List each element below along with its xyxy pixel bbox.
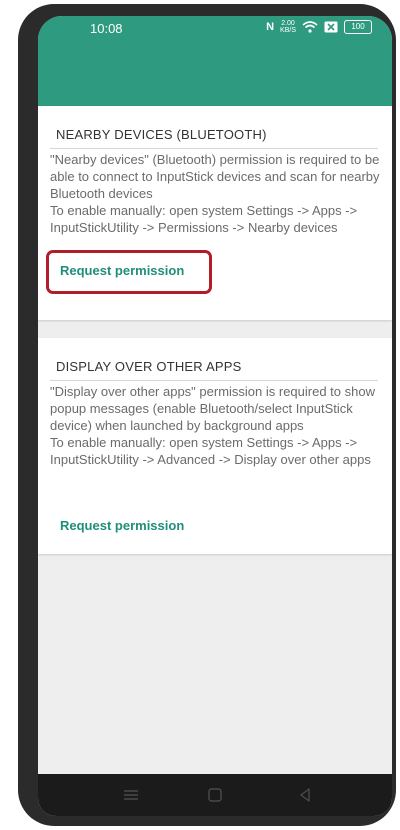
sim-icon [324,21,338,33]
divider [50,148,378,149]
nfc-icon: N [266,21,275,33]
back-icon[interactable] [296,786,314,809]
status-icons: N 2.00 KB/S 100 [266,20,372,34]
wifi-icon [302,21,318,33]
divider [50,380,378,381]
section-instructions: To enable manually: open system Settings… [50,435,371,467]
network-speed: 2.00 KB/S [280,20,296,34]
status-time: 10:08 [90,21,123,36]
highlight-box [46,250,212,294]
section-instructions: To enable manually: open system Settings… [50,203,358,235]
menu-icon[interactable] [122,786,140,809]
battery-icon: 100 [344,20,372,34]
app-bar: 10:08 N 2.00 KB/S 100 [38,16,392,106]
navigation-bar [38,774,392,816]
network-speed-unit: KB/S [280,27,296,34]
section-description: "Nearby devices" (Bluetooth) permission … [50,152,380,201]
status-bar: 10:08 N 2.00 KB/S 100 [38,16,392,42]
home-icon[interactable] [206,786,224,809]
section-description: "Display over other apps" permission is … [50,384,375,433]
section-title: DISPLAY OVER OTHER APPS [56,359,242,374]
section-title: NEARBY DEVICES (BLUETOOTH) [56,127,267,142]
display-over-apps-card: DISPLAY OVER OTHER APPS "Display over ot… [38,338,392,554]
screen: 10:08 N 2.00 KB/S 100 NEARBY DEVICES (BL… [38,16,392,816]
network-speed-value: 2.00 [281,20,295,27]
section-body: "Nearby devices" (Bluetooth) permission … [50,151,380,236]
section-body: "Display over other apps" permission is … [50,383,380,468]
request-permission-button[interactable]: Request permission [60,514,184,537]
